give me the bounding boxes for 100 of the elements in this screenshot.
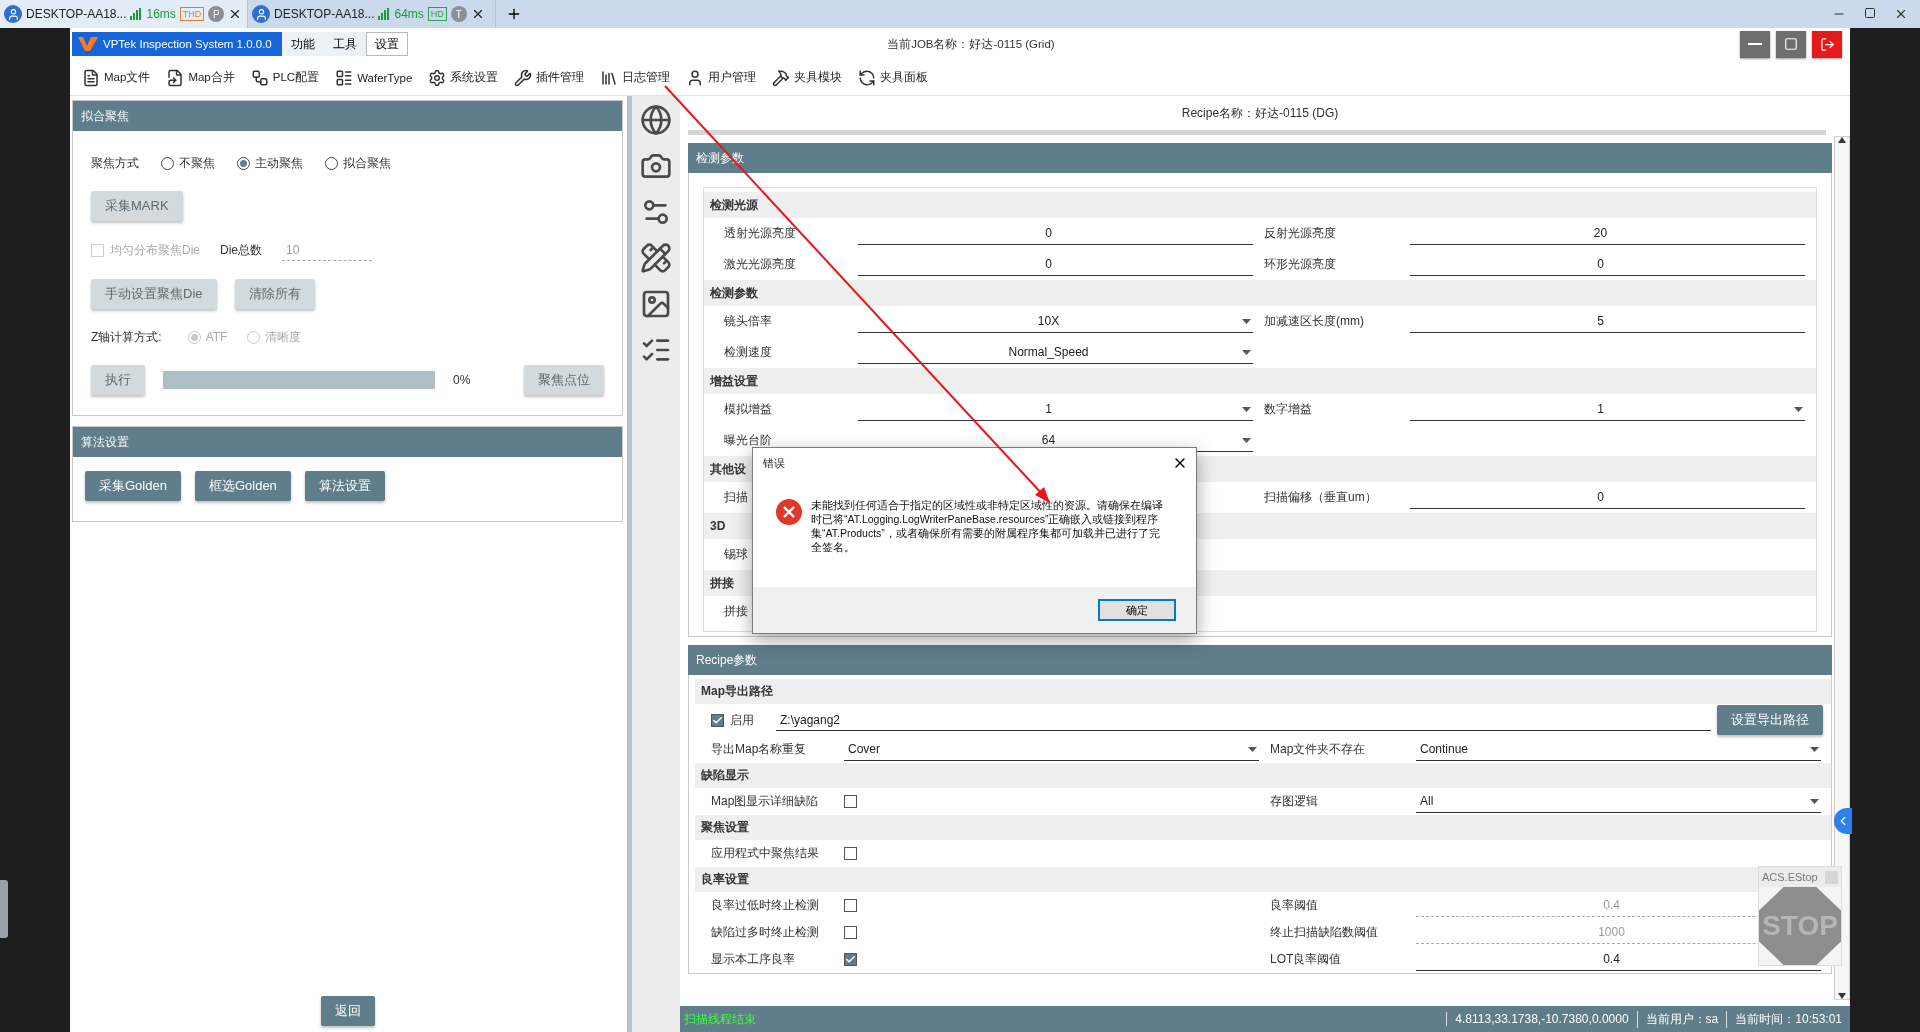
dropdown-field[interactable]: 1	[1410, 398, 1805, 421]
field-label: 缺陷过多时终止检测	[711, 924, 819, 941]
panel-header: 算法设置	[73, 427, 622, 457]
field-label: 透射光源亮度	[724, 225, 796, 242]
back-button[interactable]: 返回	[320, 996, 375, 1026]
caret-icon	[1242, 406, 1251, 413]
toolbar-button[interactable]: Map合并	[160, 62, 241, 93]
dropdown-field[interactable]: 1	[858, 398, 1253, 421]
close-icon[interactable]	[1894, 7, 1908, 21]
logo-icon	[78, 37, 98, 51]
toolbar-button[interactable]: Map文件	[76, 62, 157, 93]
list-icon	[335, 68, 354, 87]
toolbar-button[interactable]: 系统设置	[422, 62, 505, 93]
algorithm-button[interactable]: 采集Golden	[85, 471, 181, 501]
menu-item[interactable]: 功能	[281, 32, 324, 56]
menu-item[interactable]: 设置	[365, 32, 408, 56]
ok-button[interactable]: 确定	[1098, 599, 1176, 621]
checkbox[interactable]	[844, 899, 857, 912]
new-tab-icon[interactable]	[506, 6, 522, 22]
refresh-icon	[858, 68, 877, 87]
set-path-button[interactable]: 设置导出路径	[1717, 705, 1823, 735]
section-header: 缺陷显示	[695, 763, 1831, 788]
field-label: 检测速度	[724, 344, 772, 361]
exit-button[interactable]	[1812, 30, 1842, 58]
toolbar-button[interactable]: 日志管理	[594, 62, 677, 93]
field-label: 显示本工序良率	[711, 951, 795, 968]
scroll-down-icon[interactable]	[1838, 993, 1846, 999]
maximize-button[interactable]	[1776, 30, 1806, 58]
globe-icon[interactable]	[640, 104, 672, 136]
image-icon[interactable]	[640, 288, 672, 320]
field-label: 扫描偏移（垂直um）	[1264, 489, 1377, 506]
recipe-name: Recipe名称：好达-0115 (DG)	[1180, 104, 1340, 122]
field-label: 锡球	[724, 546, 748, 563]
dropdown-field[interactable]: Continue	[1416, 738, 1821, 761]
dropdown-field[interactable]: Normal_Speed	[858, 341, 1253, 364]
text-field[interactable]: 0	[1410, 253, 1805, 276]
field-label: 加减速区长度(mm)	[1264, 313, 1364, 330]
dropdown-field[interactable]: 10X	[858, 310, 1253, 333]
checkbox[interactable]	[711, 713, 724, 727]
field-label: Die总数	[220, 241, 263, 259]
text-field[interactable]: 0	[858, 222, 1253, 245]
toolbar-button[interactable]: WaferType	[329, 62, 419, 93]
dropdown-field[interactable]: All	[1416, 790, 1821, 813]
account-badge: P	[208, 6, 225, 22]
toolbar-button[interactable]: PLC配置	[244, 62, 326, 93]
field-label: 终止扫描缺陷数阈值	[1270, 924, 1378, 941]
panel-header: 拟合聚焦	[73, 101, 622, 131]
field-label: LOT良率阈值	[1270, 951, 1342, 968]
field-label: 反射光源亮度	[1264, 225, 1336, 242]
field-label: 存图逻辑	[1270, 793, 1318, 810]
algorithm-button[interactable]: 算法设置	[304, 471, 385, 501]
field-label: 激光光源亮度	[724, 256, 796, 273]
section-header: Map导出路径	[695, 679, 1831, 704]
caret-icon	[1242, 349, 1251, 356]
text-field[interactable]: 5	[1410, 310, 1805, 333]
caret-icon	[1248, 746, 1257, 753]
text-field[interactable]: 20	[1410, 222, 1805, 245]
field-label: 曝光台阶	[724, 432, 772, 449]
scroll-up-icon[interactable]	[1838, 137, 1846, 143]
field-label: 镜头倍率	[724, 313, 772, 330]
toolbar-button[interactable]: 夹具面板	[852, 62, 935, 93]
progress-reading: 0%	[453, 373, 471, 387]
current-user: 当前用户：sa	[1636, 1010, 1727, 1028]
field-label: 环形光源亮度	[1264, 256, 1336, 273]
maximize-icon	[1784, 37, 1798, 51]
signal-icon	[378, 8, 391, 20]
checkbox[interactable]	[844, 953, 857, 966]
checkbox[interactable]	[844, 847, 857, 860]
resize-handle[interactable]	[0, 880, 8, 938]
checkbox[interactable]	[844, 795, 857, 808]
section-header: 检测光源	[704, 192, 1816, 218]
minimize-button[interactable]	[1740, 30, 1770, 58]
radio-label: 不聚焦	[179, 154, 215, 172]
browser-tab[interactable]: DESKTOP-AA18... 16ms THD P	[0, 0, 248, 28]
status-message: 扫描线程结束	[683, 1010, 756, 1028]
ruler-pencil-icon[interactable]	[640, 242, 672, 274]
text-field[interactable]: 0	[1410, 486, 1805, 509]
field-label: Map文件夹不存在	[1270, 741, 1366, 758]
quality-tag: HD	[427, 7, 447, 21]
tab-title: DESKTOP-AA18...	[26, 7, 127, 21]
toolbar-button[interactable]: 用户管理	[680, 62, 763, 93]
checkbox-label: 启用	[730, 711, 754, 729]
path-field[interactable]: Z:\yagang2	[776, 709, 1711, 731]
checkbox[interactable]	[844, 926, 857, 939]
maximize-icon[interactable]	[1864, 7, 1876, 19]
algorithm-button[interactable]: 框选Golden	[194, 471, 291, 501]
radio-label: ATF	[205, 330, 228, 344]
section-header: 检测参数	[704, 280, 1816, 306]
ping-text: 16ms	[146, 7, 176, 21]
caret-icon	[1794, 406, 1803, 413]
position-readout: 4.8113,33.1738,-10.7380,0.0000	[1446, 1012, 1637, 1026]
wrench-icon	[514, 68, 533, 87]
menu-item[interactable]: 工具	[323, 32, 366, 56]
toolbar-button[interactable]: 夹具模块	[766, 62, 849, 93]
dropdown-field[interactable]: Cover	[844, 738, 1259, 761]
books-icon	[600, 68, 619, 87]
text-field[interactable]: 0	[858, 253, 1253, 276]
field-label: 模拟增益	[724, 401, 772, 418]
toolbar-button[interactable]: 插件管理	[508, 62, 591, 93]
field-label: Z轴计算方式:	[91, 328, 162, 346]
